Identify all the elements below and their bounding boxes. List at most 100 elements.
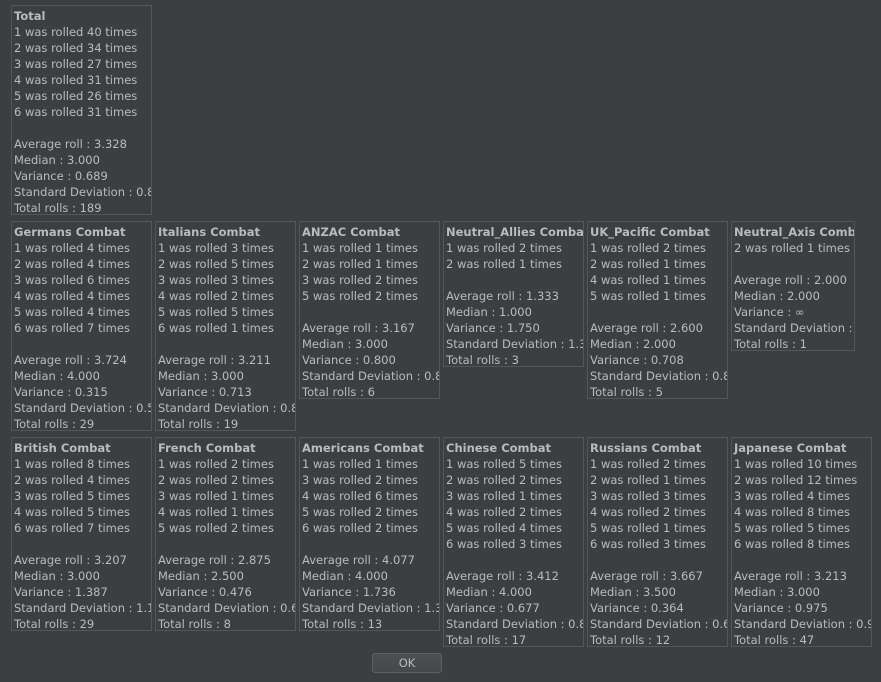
roll-line: 1 was rolled 4 times: [14, 241, 130, 255]
panel-italians: Italians Combat 1 was rolled 3 times 2 w…: [155, 221, 296, 431]
median: Median : 1.000: [446, 305, 532, 319]
standard-deviation: Standard Deviation : 0.562: [14, 401, 151, 415]
average-roll: Average roll : 3.207: [14, 553, 127, 567]
roll-line: 1 was rolled 10 times: [734, 457, 858, 471]
roll-line: 3 was rolled 3 times: [590, 489, 706, 503]
roll-line: 5 was rolled 1 times: [590, 289, 706, 303]
median: Median : 3.000: [14, 569, 100, 583]
panel-title: Japanese Combat: [734, 441, 847, 455]
variance: Variance : 0.677: [446, 601, 540, 615]
panel-title: British Combat: [14, 441, 111, 455]
roll-line: 3 was rolled 6 times: [14, 273, 130, 287]
median: Median : 3.000: [734, 585, 820, 599]
variance: Variance : 1.387: [14, 585, 108, 599]
total-rolls: Total rolls : 47: [734, 633, 815, 647]
standard-deviation: Standard Deviation : 0.842: [590, 369, 727, 383]
total-rolls: Total rolls : 189: [14, 201, 102, 215]
roll-line: 6 was rolled 31 times: [14, 105, 138, 119]
roll-line: 1 was rolled 5 times: [446, 457, 562, 471]
panel-title: Russians Combat: [590, 441, 702, 455]
roll-line: 2 was rolled 4 times: [14, 473, 130, 487]
roll-line: 3 was rolled 5 times: [14, 489, 130, 503]
roll-line: 6 was rolled 7 times: [14, 521, 130, 535]
panel-title: Total: [14, 9, 46, 23]
total-rolls: Total rolls : 3: [446, 353, 519, 367]
roll-line: 1 was rolled 8 times: [14, 457, 130, 471]
total-rolls: Total rolls : 29: [14, 617, 95, 631]
median: Median : 3.500: [590, 585, 676, 599]
total-rolls: Total rolls : 19: [158, 417, 239, 431]
variance: Variance : 0.713: [158, 385, 252, 399]
roll-line: 5 was rolled 4 times: [446, 521, 562, 535]
roll-line: 1 was rolled 3 times: [158, 241, 274, 255]
panel-title: Neutral_Axis Combat: [734, 225, 854, 239]
panel-title: French Combat: [158, 441, 256, 455]
total-rolls: Total rolls : 1: [734, 337, 807, 351]
panel-americans: Americans Combat 1 was rolled 1 times 3 …: [299, 437, 440, 631]
standard-deviation: Standard Deviation : 1.323: [446, 337, 583, 351]
panel-title: Italians Combat: [158, 225, 261, 239]
average-roll: Average roll : 1.333: [446, 289, 559, 303]
roll-line: 2 was rolled 5 times: [158, 257, 274, 271]
roll-line: 2 was rolled 12 times: [734, 473, 858, 487]
roll-line: 6 was rolled 7 times: [14, 321, 130, 335]
variance: Variance : 0.315: [14, 385, 108, 399]
roll-line: 4 was rolled 2 times: [590, 505, 706, 519]
panel-chinese: Chinese Combat 1 was rolled 5 times 2 wa…: [443, 437, 584, 647]
roll-line: 2 was rolled 1 times: [446, 257, 562, 271]
roll-line: 6 was rolled 1 times: [158, 321, 274, 335]
total-rolls: Total rolls : 8: [158, 617, 231, 631]
roll-line: 4 was rolled 2 times: [446, 505, 562, 519]
roll-line: 4 was rolled 1 times: [158, 505, 274, 519]
median: Median : 2.000: [734, 289, 820, 303]
roll-line: 2 was rolled 2 times: [158, 473, 274, 487]
average-roll: Average roll : 3.667: [590, 569, 703, 583]
standard-deviation: Standard Deviation : 0.603: [590, 617, 727, 631]
standard-deviation: Standard Deviation : 0.894: [302, 369, 439, 383]
roll-line: 2 was rolled 2 times: [446, 473, 562, 487]
average-roll: Average roll : 2.000: [734, 273, 847, 287]
roll-line: 4 was rolled 4 times: [14, 289, 130, 303]
roll-line: 1 was rolled 2 times: [446, 241, 562, 255]
standard-deviation: Standard Deviation : 0.690: [158, 601, 295, 615]
average-roll: Average roll : 4.077: [302, 553, 415, 567]
median: Median : 4.000: [446, 585, 532, 599]
panel-anzac: ANZAC Combat 1 was rolled 1 times 2 was …: [299, 221, 440, 399]
roll-line: 3 was rolled 2 times: [302, 273, 418, 287]
panel-title: Neutral_Allies Combat: [446, 225, 584, 239]
total-rolls: Total rolls : 6: [302, 385, 375, 399]
roll-line: 1 was rolled 40 times: [14, 25, 138, 39]
standard-deviation: Standard Deviation : 0.844: [158, 401, 295, 415]
median: Median : 3.000: [158, 369, 244, 383]
variance: Variance : 0.708: [590, 353, 684, 367]
panel-russians: Russians Combat 1 was rolled 2 times 2 w…: [587, 437, 728, 647]
roll-line: 1 was rolled 1 times: [302, 457, 418, 471]
median: Median : 3.000: [14, 153, 100, 167]
standard-deviation: Standard Deviation : 1.178: [14, 601, 151, 615]
roll-line: 6 was rolled 8 times: [734, 537, 850, 551]
roll-line: 5 was rolled 1 times: [590, 521, 706, 535]
panel-germans: Germans Combat 1 was rolled 4 times 2 wa…: [11, 221, 152, 431]
roll-line: 5 was rolled 26 times: [14, 89, 138, 103]
variance: Variance : 0.476: [158, 585, 252, 599]
variance: Variance : 0.975: [734, 601, 828, 615]
panel-neutral-allies: Neutral_Allies Combat 1 was rolled 2 tim…: [443, 221, 584, 367]
variance: Variance : 0.800: [302, 353, 396, 367]
roll-line: 5 was rolled 2 times: [302, 289, 418, 303]
ok-button[interactable]: OK: [372, 653, 442, 673]
panel-japanese: Japanese Combat 1 was rolled 10 times 2 …: [731, 437, 872, 647]
roll-line: 3 was rolled 3 times: [158, 273, 274, 287]
roll-line: 4 was rolled 2 times: [158, 289, 274, 303]
roll-line: 3 was rolled 2 times: [302, 473, 418, 487]
roll-line: 3 was rolled 27 times: [14, 57, 138, 71]
standard-deviation: Standard Deviation : 0.830: [14, 185, 151, 199]
roll-line: 3 was rolled 1 times: [158, 489, 274, 503]
average-roll: Average roll : 3.724: [14, 353, 127, 367]
roll-line: 1 was rolled 1 times: [302, 241, 418, 255]
average-roll: Average roll : 3.328: [14, 137, 127, 151]
total-rolls: Total rolls : 5: [590, 385, 663, 399]
roll-line: 4 was rolled 8 times: [734, 505, 850, 519]
panel-british: British Combat 1 was rolled 8 times 2 wa…: [11, 437, 152, 631]
panel-french: French Combat 1 was rolled 2 times 2 was…: [155, 437, 296, 631]
roll-line: 6 was rolled 3 times: [590, 537, 706, 551]
